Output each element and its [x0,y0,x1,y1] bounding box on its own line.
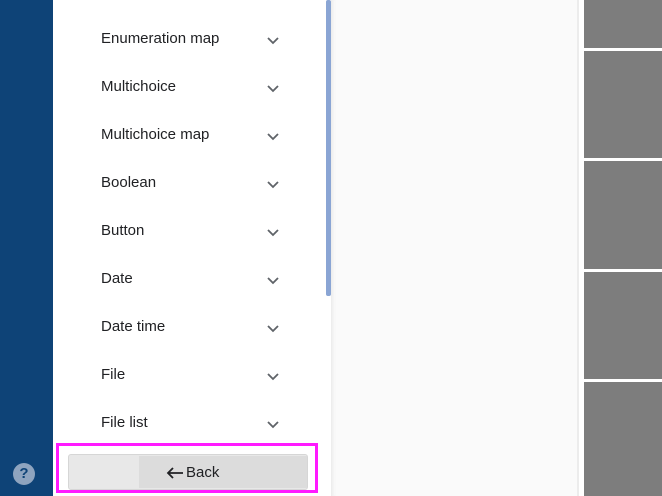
app-root: ? Enumeration map Multichoice Multichoic… [0,0,662,496]
panel-item-multichoice[interactable]: Multichoice [53,64,325,112]
panel-item-file[interactable]: File [53,352,325,400]
chevron-down-icon [267,37,279,45]
panel-item-multichoice-map[interactable]: Multichoice map [53,112,325,160]
panel-item-file-list[interactable]: File list [53,400,325,448]
chevron-down-icon [267,181,279,189]
panel-item-label: Button [101,222,145,239]
panel-item-label: Multichoice [101,78,177,95]
chevron-down-icon [267,373,279,381]
preview-block [584,161,662,269]
preview-block [584,51,662,158]
help-icon[interactable]: ? [13,463,35,485]
highlight-box [56,443,318,493]
panel-item-button[interactable]: Button [53,208,325,256]
panel-item-boolean[interactable]: Boolean [53,160,325,208]
preview-block [584,0,662,48]
preview-block [584,272,662,379]
field-type-panel: Enumeration map Multichoice Multichoice … [53,0,325,496]
panel-item-date-time[interactable]: Date time [53,304,325,352]
panel-item-label: Multichoice map [101,126,210,143]
chevron-down-icon [267,277,279,285]
preview-block [584,382,662,496]
chevron-down-icon [267,85,279,93]
right-preview-column [584,0,662,496]
panel-item-label: Date time [101,318,166,335]
panel-item-enumeration-map[interactable]: Enumeration map [53,16,325,64]
panel-item-label: File list [101,414,148,431]
panel-item-label: Date [101,270,133,287]
panel-item-label: Enumeration map [101,30,220,47]
left-nav-rail: ? [0,0,53,496]
chevron-down-icon [267,133,279,141]
chevron-down-icon [267,325,279,333]
panel-item-label: Boolean [101,174,157,191]
panel-item-label: File [101,366,126,383]
main-canvas [331,0,578,496]
panel-item-date[interactable]: Date [53,256,325,304]
chevron-down-icon [267,421,279,429]
chevron-down-icon [267,229,279,237]
